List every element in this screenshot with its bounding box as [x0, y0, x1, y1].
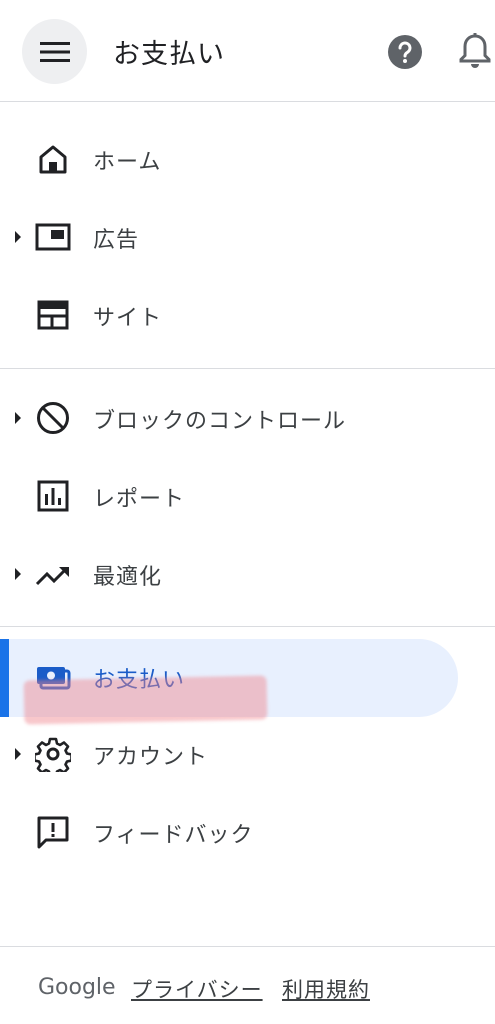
top-app-bar: お支払い [0, 0, 495, 102]
nav-label-sites: サイト [93, 306, 163, 331]
reports-icon [37, 480, 69, 512]
help-icon [388, 35, 422, 69]
footer: Google プライバシー 利用規約 [0, 946, 495, 1024]
feedback-icon [37, 816, 69, 849]
ads-icon [35, 223, 71, 251]
terms-link[interactable]: 利用規約 [282, 974, 370, 1004]
google-logo: Google [38, 975, 116, 1000]
nav-divider [0, 368, 495, 369]
nav-item-optimization[interactable]: 最適化 [0, 536, 470, 612]
nav-item-ads[interactable]: 広告 [0, 199, 470, 275]
nav-divider [0, 626, 495, 627]
sites-icon [37, 300, 69, 330]
notifications-button[interactable] [458, 32, 492, 70]
hamburger-menu-icon [39, 41, 70, 62]
gear-icon [35, 737, 71, 772]
trending-up-icon [35, 567, 69, 586]
home-icon [39, 145, 67, 174]
privacy-link[interactable]: プライバシー [131, 974, 263, 1004]
nav-item-block-controls[interactable]: ブロックのコントロール [0, 380, 470, 456]
expand-arrow-icon[interactable] [15, 231, 21, 243]
nav-label-optimization: 最適化 [93, 565, 163, 590]
nav-label-reports: レポート [93, 487, 186, 512]
help-button[interactable] [387, 34, 423, 70]
expand-arrow-icon[interactable] [15, 748, 21, 760]
nav-item-home[interactable]: ホーム [0, 121, 470, 197]
expand-arrow-icon[interactable] [15, 568, 21, 580]
block-icon [37, 402, 69, 434]
nav-item-reports[interactable]: レポート [0, 458, 470, 534]
nav-label-account: アカウント [93, 745, 209, 770]
expand-arrow-icon[interactable] [15, 412, 21, 424]
nav-item-account[interactable]: アカウント [0, 716, 470, 792]
bell-icon [459, 33, 491, 68]
nav-label-block-controls: ブロックのコントロール [93, 409, 347, 434]
nav-label-home: ホーム [93, 150, 162, 175]
nav-label-feedback: フィードバック [93, 823, 254, 848]
highlight-annotation [23, 675, 268, 725]
nav-item-feedback[interactable]: フィードバック [0, 794, 470, 870]
nav-label-ads: 広告 [93, 228, 140, 253]
active-item-indicator [0, 639, 9, 717]
menu-button[interactable] [22, 19, 87, 84]
page-title: お支払い [113, 39, 225, 70]
nav-item-sites[interactable]: サイト [0, 277, 470, 353]
